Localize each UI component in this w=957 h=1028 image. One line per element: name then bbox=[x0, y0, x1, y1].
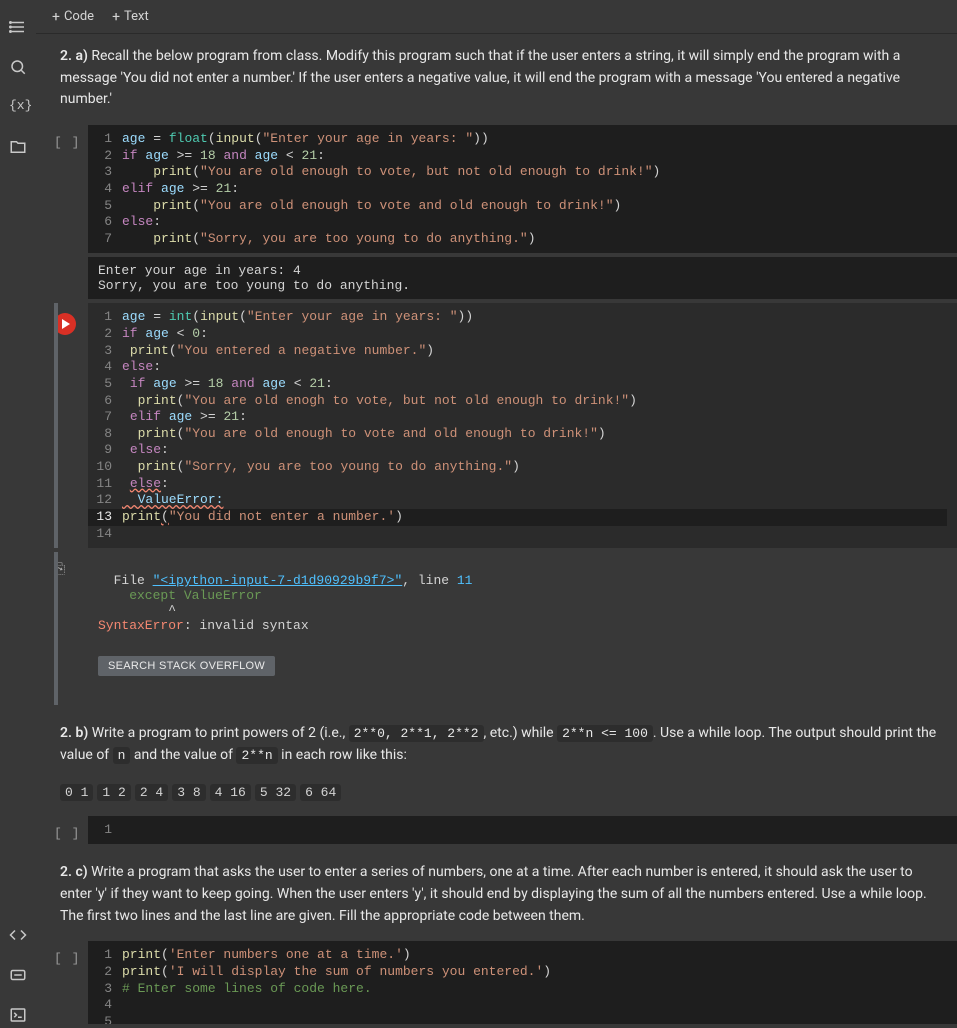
add-text-label: Text bbox=[124, 9, 149, 24]
code-editor[interactable]: 1age = int(input("Enter your age in year… bbox=[88, 303, 957, 548]
text-cell-2a: 2. a) Recall the below program from clas… bbox=[36, 46, 957, 125]
code-cell-1[interactable]: [ ] 1age = float(input("Enter your age i… bbox=[36, 125, 957, 253]
code-cell-4[interactable]: [ ] 1print('Enter numbers one at a time.… bbox=[36, 941, 957, 1024]
terminal-icon[interactable] bbox=[9, 1006, 27, 1024]
code-editor[interactable]: 1print('Enter numbers one at a time.') 2… bbox=[88, 941, 957, 1024]
q2b-example-output: 0 11 22 43 84 165 326 64 bbox=[36, 781, 957, 816]
add-text-button[interactable]: +Text bbox=[108, 7, 153, 27]
search-stackoverflow-button[interactable]: SEARCH STACK OVERFLOW bbox=[98, 656, 275, 676]
left-rail: {x} bbox=[0, 0, 36, 1024]
exec-count: [ ] bbox=[54, 135, 80, 150]
text-cell-2b: 2. b) Write a program to print powers of… bbox=[36, 709, 957, 780]
q2a-label: 2. a) bbox=[60, 48, 88, 64]
toolbar: +Code +Text bbox=[36, 0, 957, 34]
toc-icon[interactable] bbox=[9, 18, 27, 36]
q2c-label: 2. c) bbox=[60, 864, 88, 880]
main-area: +Code +Text 2. a) Recall the below progr… bbox=[36, 0, 957, 1024]
q2a-text: Recall the below program from class. Mod… bbox=[60, 48, 900, 107]
code-editor[interactable]: 1age = float(input("Enter your age in ye… bbox=[88, 125, 957, 253]
output-text: Enter your age in years: 4 Sorry, you ar… bbox=[88, 257, 957, 299]
output-icon[interactable]: ⎘ bbox=[54, 562, 65, 578]
q2b-label: 2. b) bbox=[60, 725, 88, 741]
search-icon[interactable] bbox=[9, 58, 27, 76]
code-editor[interactable]: 1 bbox=[88, 816, 957, 845]
text-cell-2c: 2. c) Write a program that asks the user… bbox=[36, 848, 957, 941]
cell-gutter bbox=[36, 303, 88, 548]
files-icon[interactable] bbox=[9, 138, 27, 156]
add-code-button[interactable]: +Code bbox=[48, 7, 98, 27]
variables-icon[interactable]: {x} bbox=[9, 98, 27, 116]
run-button[interactable] bbox=[54, 313, 76, 335]
code-cell-1-output: Enter your age in years: 4 Sorry, you ar… bbox=[36, 257, 957, 299]
code-cell-2-output: ⎘ File "<ipython-input-7-d1d90929b9f7>",… bbox=[36, 552, 957, 705]
notebook-content: 2. a) Recall the below program from clas… bbox=[36, 34, 957, 1024]
error-file-link[interactable]: "<ipython-input-7-d1d90929b9f7>" bbox=[153, 573, 403, 588]
exec-count: [ ] bbox=[54, 826, 80, 841]
code-cell-2[interactable]: 1age = int(input("Enter your age in year… bbox=[36, 303, 957, 548]
code-snippet-icon[interactable] bbox=[9, 926, 27, 944]
error-output: File "<ipython-input-7-d1d90929b9f7>", l… bbox=[88, 552, 957, 705]
command-palette-icon[interactable] bbox=[9, 966, 27, 984]
code-cell-3[interactable]: [ ] 1 bbox=[36, 816, 957, 845]
add-code-label: Code bbox=[64, 9, 94, 24]
cell-gutter: [ ] bbox=[36, 125, 88, 253]
exec-count: [ ] bbox=[54, 951, 80, 966]
